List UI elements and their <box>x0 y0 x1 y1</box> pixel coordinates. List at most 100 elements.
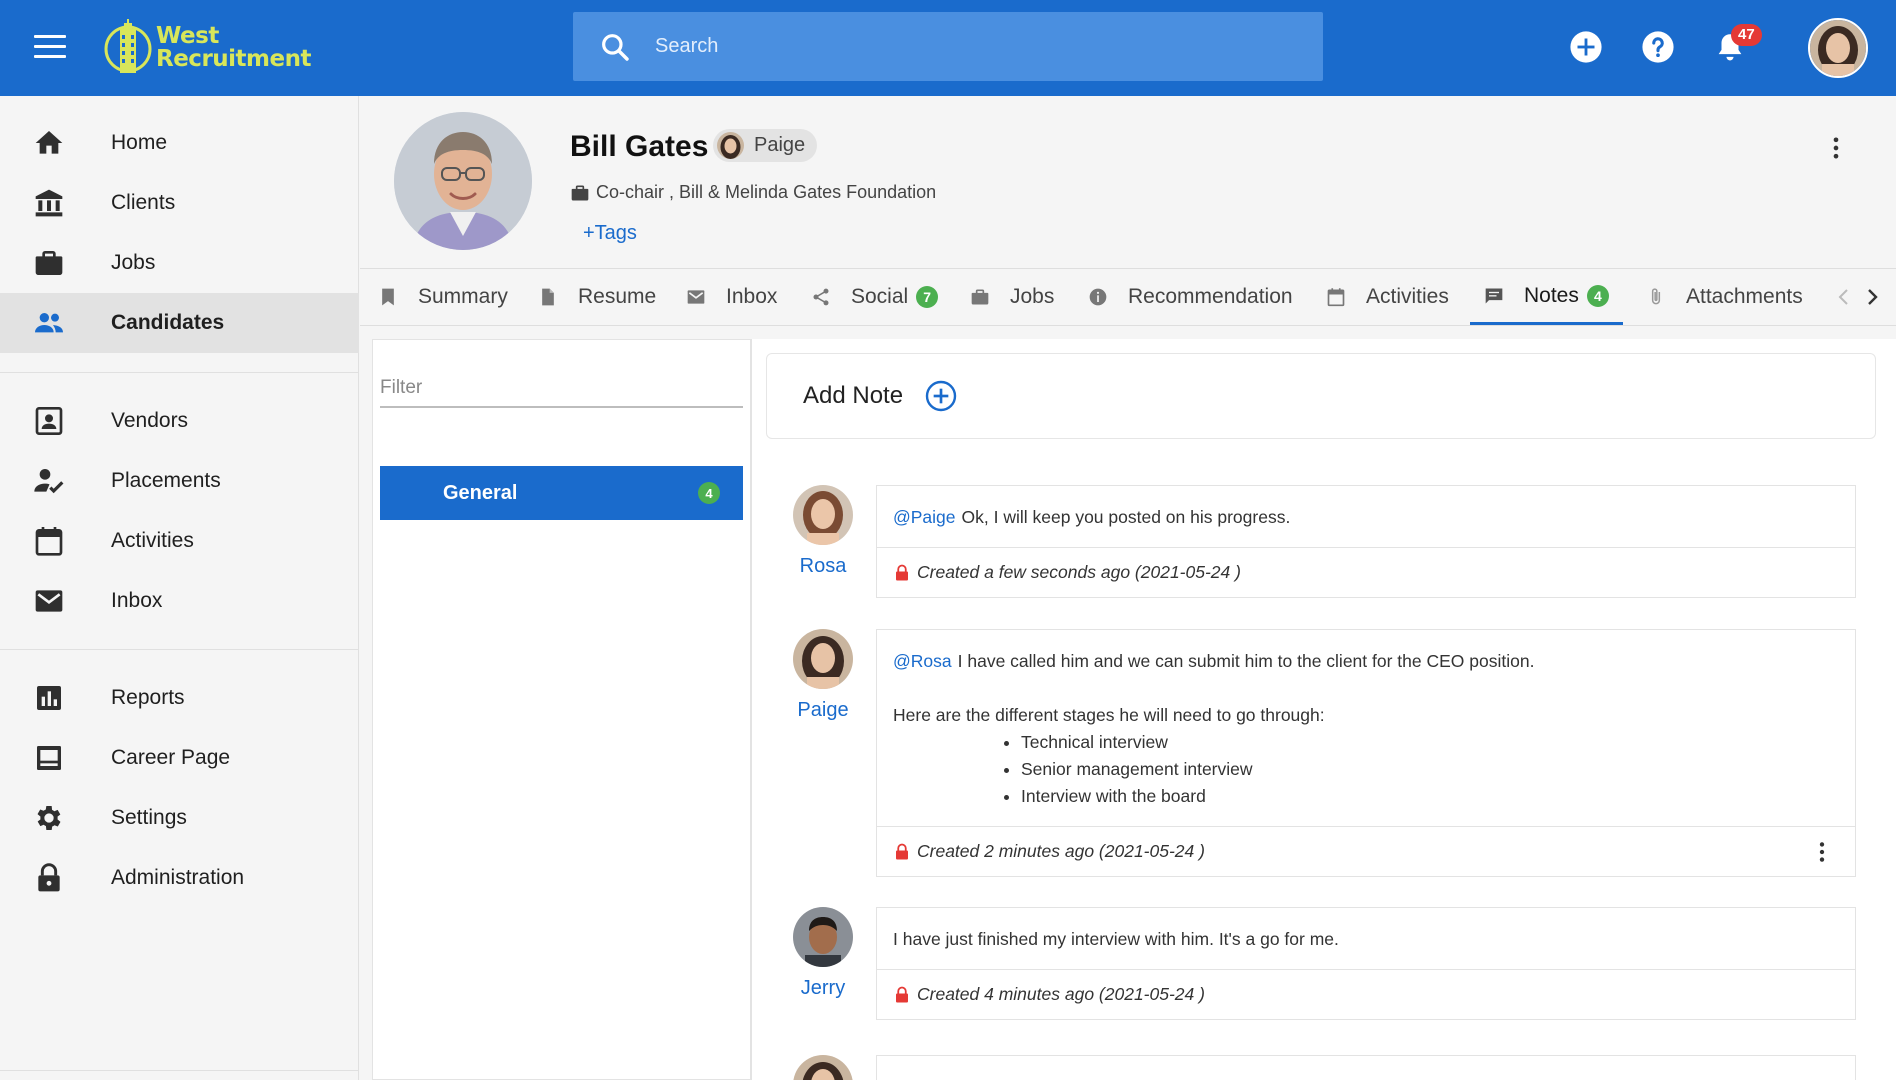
sidebar-divider <box>0 372 359 373</box>
candidate-job-title: Co-chair , Bill & Melinda Gates Foundati… <box>570 182 936 203</box>
chevron-left-icon[interactable] <box>1832 285 1856 309</box>
author-name[interactable]: Rosa <box>783 555 863 578</box>
sidebar-item-reports[interactable]: Reports <box>0 668 359 728</box>
bookmark-icon <box>382 288 394 306</box>
paperclip-icon <box>1651 288 1661 305</box>
owner-chip[interactable]: Paige <box>713 129 818 162</box>
user-avatar-image <box>1810 20 1866 76</box>
mention-link[interactable]: @Rosa <box>893 651 952 671</box>
note-author: Jerry <box>793 907 853 1000</box>
notes-list-area: Add Note Rosa @Paige Ok, I will keep you … <box>751 339 1896 1080</box>
note-text: I have called him and we can submit him … <box>957 651 1535 671</box>
app-logo[interactable]: West Recruitment <box>104 18 311 78</box>
tab-social[interactable]: Social 7 <box>811 269 939 325</box>
category-label: General <box>443 481 518 504</box>
sidebar-item-label: Activities <box>111 529 194 552</box>
more-vert-icon[interactable] <box>1809 839 1835 865</box>
add-circle-icon[interactable] <box>1569 30 1603 64</box>
sidebar-item-activities[interactable]: Activities <box>0 511 359 571</box>
logo-line-1: West <box>156 23 219 49</box>
sidebar-item-label: Jobs <box>111 251 156 274</box>
tab-resume[interactable]: Resume <box>538 269 656 325</box>
author-name[interactable]: Paige <box>783 699 863 722</box>
sidebar-item-placements[interactable]: Placements <box>0 451 359 511</box>
add-note-bar[interactable]: Add Note <box>766 353 1876 439</box>
calendar-icon <box>1327 288 1345 307</box>
sidebar-item-label: Candidates <box>111 311 225 334</box>
menu-icon[interactable] <box>34 35 66 61</box>
person-check-icon <box>34 469 64 494</box>
user-avatar[interactable] <box>1808 18 1868 78</box>
lock-icon <box>896 986 908 1002</box>
tab-attachments[interactable]: Attachments <box>1646 269 1803 325</box>
filter-input[interactable] <box>380 370 743 408</box>
search-bar[interactable] <box>573 12 1323 81</box>
author-avatar <box>793 907 853 967</box>
author-avatar <box>793 629 853 689</box>
sidebar-item-label: Inbox <box>111 589 163 612</box>
lock-icon <box>896 843 908 859</box>
sidebar-item-label: Career Page <box>111 746 231 769</box>
notes-content: General 4 Add Note Rosa @PaigeOk, I will… <box>360 326 1896 1080</box>
gear-icon <box>37 806 61 830</box>
lock-icon <box>38 863 60 892</box>
info-icon <box>1089 288 1107 306</box>
add-tags-link[interactable]: +Tags <box>583 222 637 245</box>
home-icon <box>35 131 63 154</box>
more-vert-icon[interactable] <box>1822 134 1850 162</box>
tab-inbox[interactable]: Inbox <box>686 269 777 325</box>
category-item-general[interactable]: General 4 <box>380 466 743 520</box>
mail-icon <box>35 590 63 612</box>
sidebar-item-candidates[interactable]: Candidates <box>0 293 359 353</box>
lock-icon <box>896 564 908 580</box>
tab-label: Jobs <box>1010 285 1055 308</box>
note-card: @Paige Ok, I will keep you posted on his … <box>876 485 1856 598</box>
tab-label: Notes <box>1524 283 1579 307</box>
author-name[interactable]: Jerry <box>783 977 863 1000</box>
sidebar-item-label: Placements <box>111 469 221 492</box>
sidebar-item-career-page[interactable]: Career Page <box>0 728 359 788</box>
chevron-right-icon[interactable] <box>1860 285 1884 309</box>
category-count-badge: 4 <box>698 482 720 504</box>
note-created-text: Created 2 minutes ago (2021-05-24 ) <box>917 841 1205 861</box>
document-icon <box>542 288 554 306</box>
tab-count-badge: 7 <box>916 286 939 308</box>
tab-jobs[interactable]: Jobs <box>970 269 1054 325</box>
list-item: Senior management interview <box>1021 756 1839 783</box>
sidebar-item-home[interactable]: Home <box>0 113 359 173</box>
tab-recommendation[interactable]: Recommendation <box>1088 269 1293 325</box>
sidebar-divider <box>0 1070 359 1071</box>
sidebar-item-label: Reports <box>111 686 185 709</box>
sidebar-item-inbox[interactable]: Inbox <box>0 571 359 631</box>
note-stage-list: Technical interview Senior management in… <box>1021 729 1839 810</box>
help-icon[interactable] <box>1641 30 1675 64</box>
search-input[interactable] <box>655 35 1275 58</box>
tab-label: Resume <box>578 285 657 308</box>
bank-icon <box>35 189 63 217</box>
notification-count-badge: 47 <box>1731 24 1762 46</box>
comment-icon <box>1485 288 1503 303</box>
sidebar-item-clients[interactable]: Clients <box>0 173 359 233</box>
mention-link[interactable]: @Paige <box>893 507 956 527</box>
add-circle-outline-icon[interactable] <box>925 380 957 412</box>
sidebar-item-vendors[interactable]: Vendors <box>0 391 359 451</box>
note-author: Paige <box>793 629 853 722</box>
note-author: Rosa <box>793 485 853 578</box>
sidebar-item-administration[interactable]: Administration <box>0 848 359 908</box>
candidate-photo <box>394 112 532 250</box>
tab-notes[interactable]: Notes 4 <box>1470 269 1623 325</box>
tab-count-badge: 4 <box>1586 284 1609 307</box>
sidebar-divider <box>0 649 359 650</box>
owner-avatar <box>717 132 744 159</box>
logo-wordmark: West Recruitment <box>156 25 311 71</box>
sidebar-item-settings[interactable]: Settings <box>0 788 359 848</box>
tab-activities[interactable]: Activities <box>1326 269 1449 325</box>
mail-icon <box>687 290 705 304</box>
contact-card-icon <box>35 407 63 435</box>
tab-summary[interactable]: Summary <box>378 269 508 325</box>
tab-label: Social <box>851 285 909 308</box>
sidebar-item-jobs[interactable]: Jobs <box>0 233 359 293</box>
candidate-photo-image <box>394 112 532 250</box>
note-text: Ok, I will keep you posted on his progre… <box>961 507 1291 527</box>
note-card: I have just finished my interview with h… <box>876 907 1856 1020</box>
